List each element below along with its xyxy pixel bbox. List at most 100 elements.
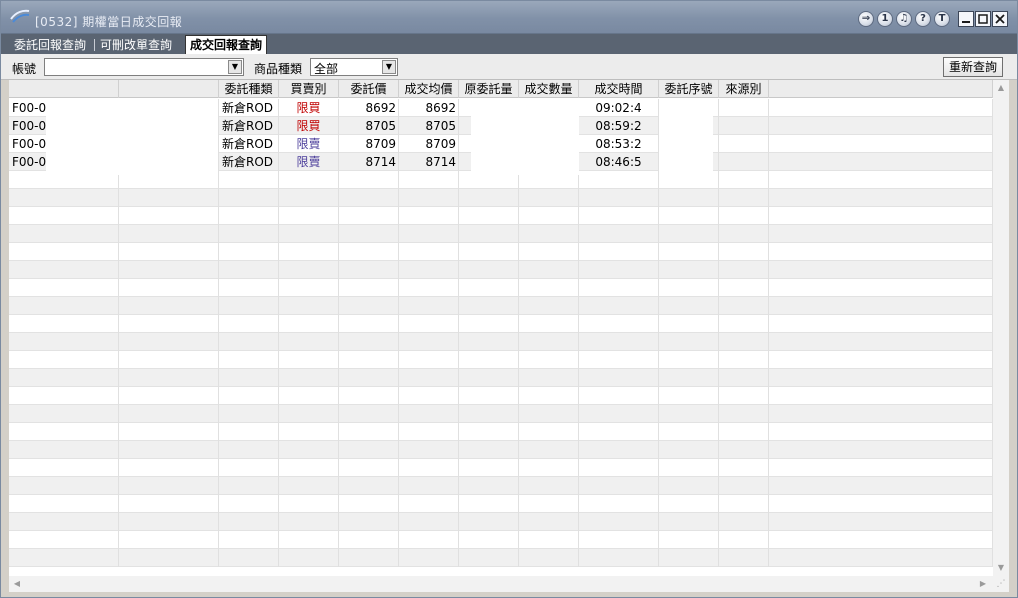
- music-icon[interactable]: ♫: [896, 11, 912, 27]
- tab-order-report[interactable]: 委託回報查詢: [10, 36, 90, 54]
- table-row[interactable]: [9, 495, 993, 513]
- table-row[interactable]: [9, 351, 993, 369]
- tab-cancel-modify[interactable]: 可刪改單查詢: [96, 36, 176, 54]
- cell-source: [719, 495, 769, 513]
- cell-order-price: [339, 531, 399, 549]
- resize-grip-icon[interactable]: ⋰: [993, 576, 1009, 592]
- cell-fill-time: [579, 189, 659, 207]
- column-header-fill-qty[interactable]: 成交數量: [519, 80, 579, 98]
- cell-order-price: [339, 207, 399, 225]
- number-one-icon[interactable]: 1: [877, 11, 893, 27]
- cell-buy-sell: [279, 333, 339, 351]
- cell-orig-qty: [459, 297, 519, 315]
- table-row[interactable]: [9, 423, 993, 441]
- table-row[interactable]: [9, 297, 993, 315]
- requery-button[interactable]: 重新查詢: [943, 57, 1003, 77]
- column-header-avg-fill-price[interactable]: 成交均價: [399, 80, 459, 98]
- scroll-up-icon[interactable]: ▲: [993, 80, 1009, 96]
- column-header-name[interactable]: [119, 80, 219, 98]
- column-header-orig-qty[interactable]: 原委託量: [459, 80, 519, 98]
- table-row[interactable]: [9, 549, 993, 567]
- tab-fill-report[interactable]: 成交回報查詢: [185, 35, 268, 54]
- maximize-button[interactable]: [975, 11, 991, 27]
- close-button[interactable]: [992, 11, 1008, 27]
- title-bar[interactable]: [0532] 期權當日成交回報 ⇒ 1 ♫ ? T: [1, 1, 1017, 34]
- table-row[interactable]: [9, 243, 993, 261]
- cell-avg-fill-price: [399, 189, 459, 207]
- table-row[interactable]: [9, 369, 993, 387]
- cell-order-seq: [659, 477, 719, 495]
- fill-report-table[interactable]: 委託種類 買賣別 委託價 成交均價 原委託量 成交數量 成交時間 委託序號 來源別 F00-01…: [9, 80, 993, 576]
- table-row[interactable]: [9, 207, 993, 225]
- account-label: 帳號: [12, 62, 37, 76]
- cell-name: [119, 405, 219, 423]
- topmost-icon[interactable]: T: [934, 11, 950, 27]
- cell-fill-qty: [519, 531, 579, 549]
- cell-buy-sell: [279, 369, 339, 387]
- cell-order-type: [219, 261, 279, 279]
- column-header-order-price[interactable]: 委託價: [339, 80, 399, 98]
- table-row[interactable]: [9, 531, 993, 549]
- table-row[interactable]: [9, 405, 993, 423]
- table-row[interactable]: [9, 333, 993, 351]
- cell-fill-time: [579, 441, 659, 459]
- table-row[interactable]: [9, 315, 993, 333]
- cell-order-type: [219, 495, 279, 513]
- cell-order-type: [219, 189, 279, 207]
- product-type-dropdown[interactable]: 全部 ▼: [310, 58, 398, 76]
- cell-buy-sell: [279, 315, 339, 333]
- cell-order-price: [339, 495, 399, 513]
- table-row[interactable]: [9, 441, 993, 459]
- cell-name: [119, 459, 219, 477]
- export-icon[interactable]: ⇒: [858, 11, 874, 27]
- column-header-filler[interactable]: [769, 80, 993, 98]
- chevron-down-icon[interactable]: ▼: [228, 60, 242, 74]
- cell-order-seq: [659, 207, 719, 225]
- cell-source: [719, 153, 769, 171]
- cell-order-type: [219, 405, 279, 423]
- scroll-down-icon[interactable]: ▼: [993, 560, 1009, 576]
- cell-fill-qty: [519, 549, 579, 567]
- table-row[interactable]: [9, 225, 993, 243]
- table-row[interactable]: [9, 189, 993, 207]
- cell-account: [9, 495, 119, 513]
- cell-order-price: [339, 441, 399, 459]
- account-dropdown[interactable]: ▼: [44, 58, 244, 76]
- column-header-source[interactable]: 來源別: [719, 80, 769, 98]
- cell-filler: [769, 369, 993, 387]
- cell-fill-time: [579, 351, 659, 369]
- cell-filler: [769, 333, 993, 351]
- table-row[interactable]: [9, 459, 993, 477]
- column-header-buy-sell[interactable]: 買賣別: [279, 80, 339, 98]
- table-row[interactable]: [9, 279, 993, 297]
- column-header-order-seq[interactable]: 委託序號: [659, 80, 719, 98]
- column-header-order-type[interactable]: 委託種類: [219, 80, 279, 98]
- cell-order-seq: [659, 261, 719, 279]
- cell-order-price: [339, 333, 399, 351]
- column-header-account[interactable]: [9, 80, 119, 98]
- table-row[interactable]: [9, 477, 993, 495]
- cell-name: [119, 315, 219, 333]
- cell-name: [119, 387, 219, 405]
- table-row[interactable]: [9, 387, 993, 405]
- cell-buy-sell: [279, 531, 339, 549]
- cell-order-type: [219, 297, 279, 315]
- cell-order-price: 8714: [339, 153, 399, 171]
- chevron-down-icon[interactable]: ▼: [382, 60, 396, 74]
- cell-avg-fill-price: [399, 171, 459, 189]
- scroll-right-icon[interactable]: ▶: [975, 576, 991, 592]
- cell-buy-sell: [279, 477, 339, 495]
- table-row[interactable]: [9, 513, 993, 531]
- scroll-left-icon[interactable]: ◀: [9, 576, 25, 592]
- cell-name: [119, 333, 219, 351]
- table-row[interactable]: [9, 261, 993, 279]
- minimize-button[interactable]: [958, 11, 974, 27]
- cell-order-type: 新倉ROD: [219, 117, 279, 135]
- help-icon[interactable]: ?: [915, 11, 931, 27]
- cell-orig-qty: [459, 243, 519, 261]
- cell-source: [719, 135, 769, 153]
- cell-name: [119, 243, 219, 261]
- column-header-fill-time[interactable]: 成交時間: [579, 80, 659, 98]
- horizontal-scrollbar[interactable]: ◀ ▶: [9, 576, 993, 592]
- vertical-scrollbar[interactable]: ▲ ▼: [993, 80, 1009, 576]
